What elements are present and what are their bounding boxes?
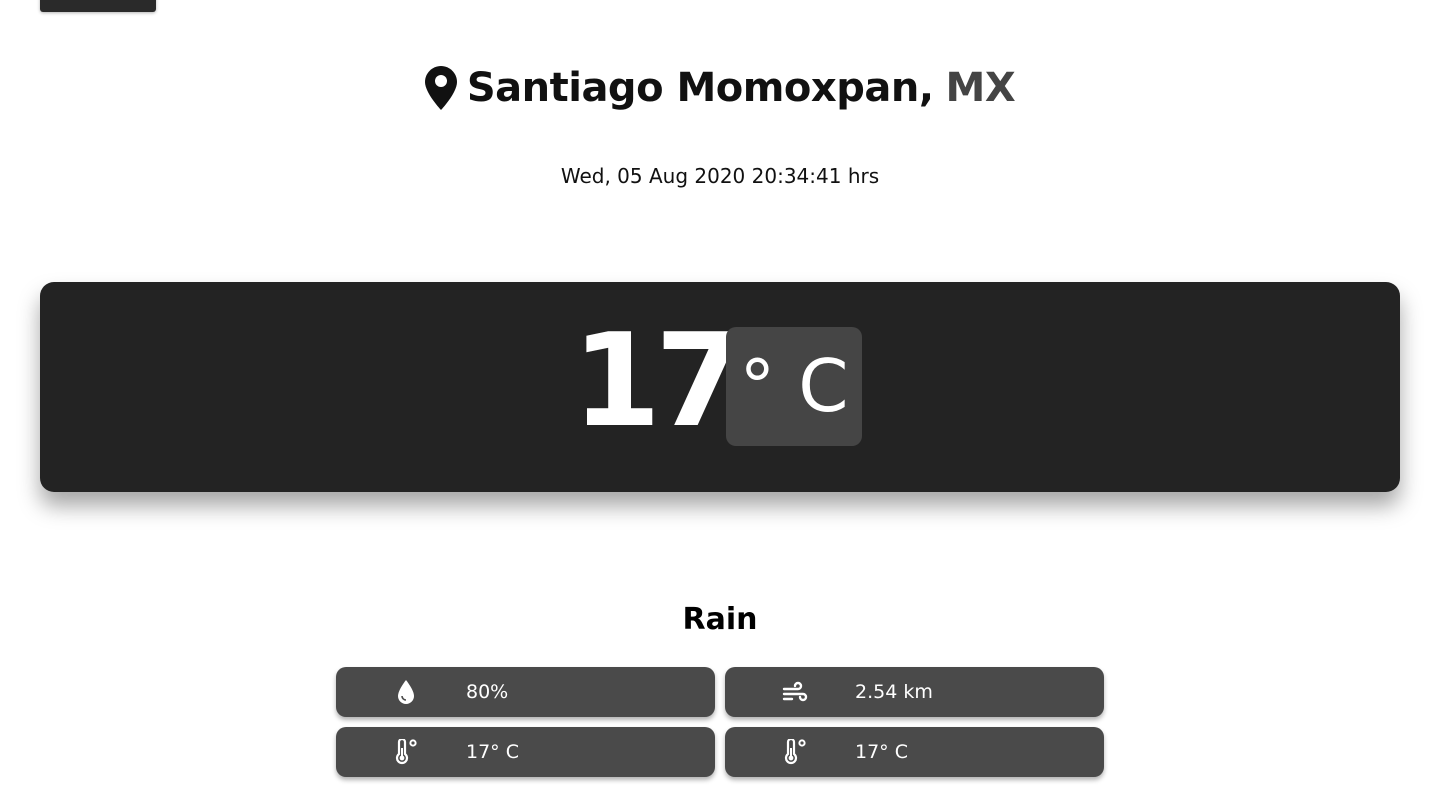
wind-stat: 2.54 km <box>725 667 1104 717</box>
current-datetime: Wed, 05 Aug 2020 20:34:41 hrs <box>560 164 880 188</box>
temp-max-value: 17° C <box>855 741 908 763</box>
temperature-value: 17 <box>572 307 744 456</box>
humidity-value: 80% <box>466 681 509 703</box>
humidity-stat: 80% <box>336 667 715 717</box>
temp-min-value: 17° C <box>466 741 519 763</box>
random-color-button[interactable]: Random Color <box>40 0 156 12</box>
thermometer-icon <box>781 738 809 766</box>
location-title: Santiago Momoxpan, MX <box>0 58 1440 118</box>
city-name: Santiago Momoxpan, <box>466 65 934 111</box>
temp-max-stat: 17° C <box>725 727 1104 777</box>
wind-value: 2.54 km <box>855 681 933 703</box>
country-code: MX <box>945 65 1016 111</box>
map-pin-icon <box>424 66 457 110</box>
temperature-unit-toggle[interactable]: ° C <box>726 327 862 446</box>
wind-icon <box>781 678 809 706</box>
weather-condition: Rain <box>682 602 758 637</box>
temp-min-stat: 17° C <box>336 727 715 777</box>
thermometer-icon <box>392 738 420 766</box>
humidity-drop-icon <box>392 678 420 706</box>
